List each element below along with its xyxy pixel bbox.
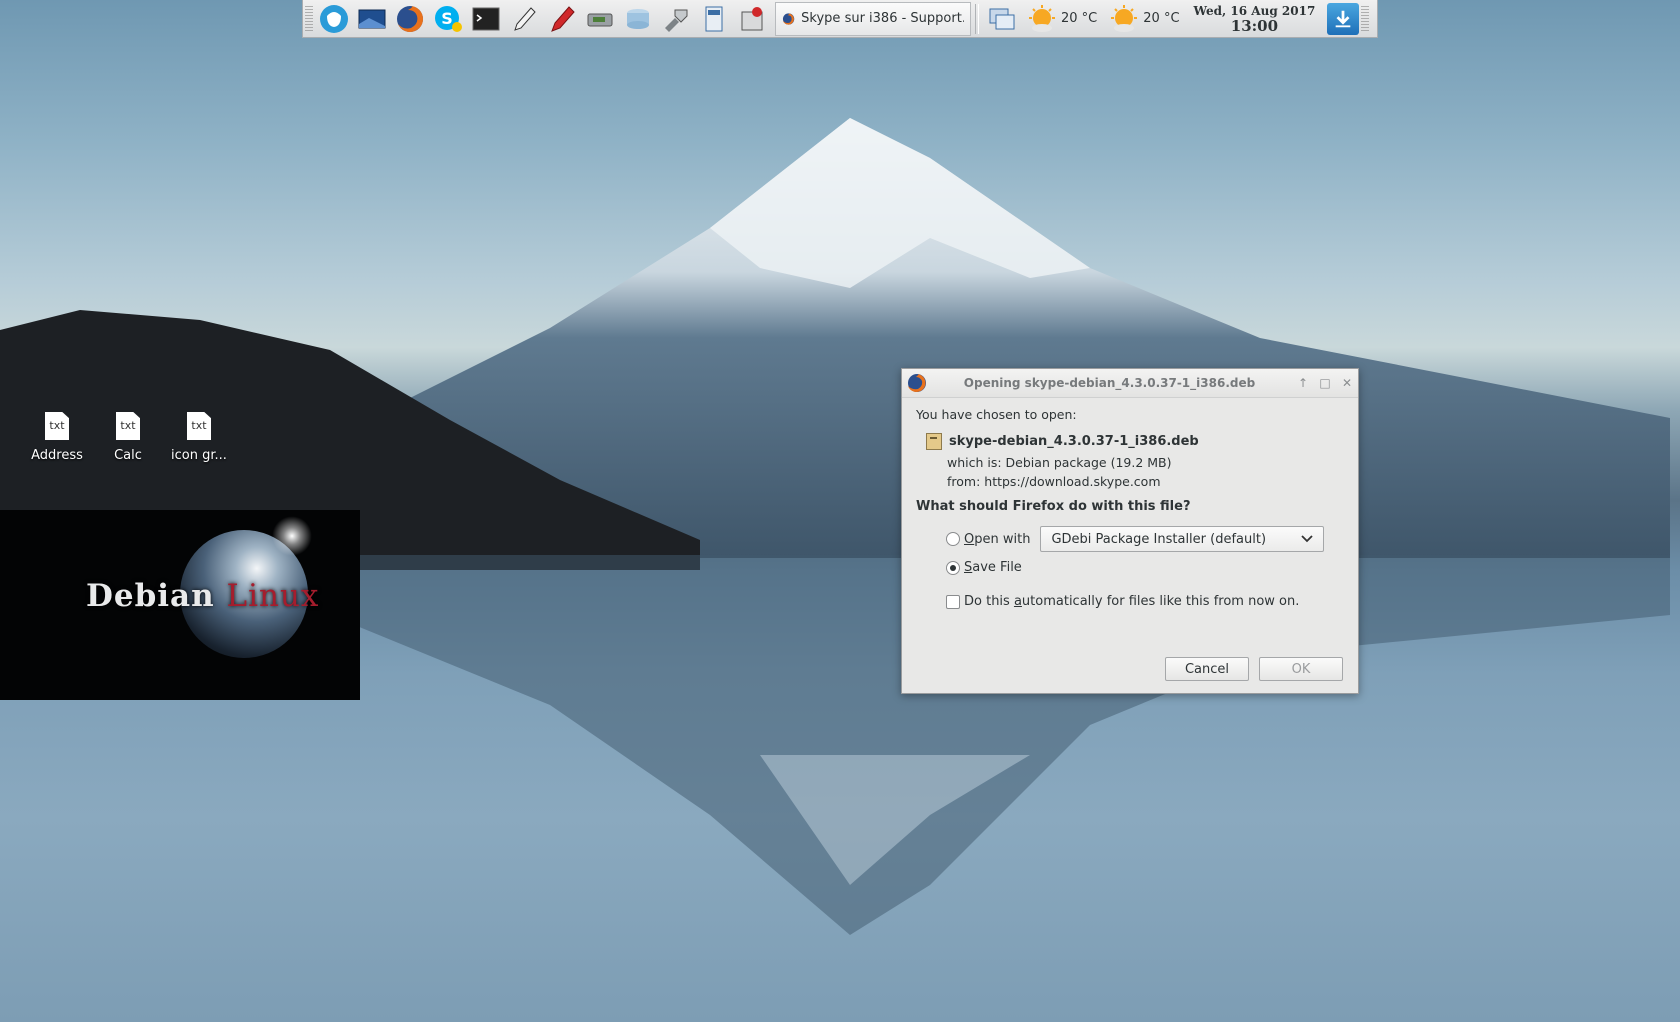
txt-file-icon: txt — [45, 412, 69, 440]
txt-file-icon: txt — [116, 412, 140, 440]
svg-text:S: S — [441, 9, 453, 28]
auto-action-checkbox[interactable] — [946, 594, 960, 609]
desktop-icon-label: Calc — [114, 448, 142, 463]
chevron-down-icon — [1301, 535, 1314, 543]
tools-icon — [665, 9, 688, 32]
action-question: What should Firefox do with this file? — [916, 499, 1191, 514]
clock-time: 13:00 — [1230, 16, 1279, 35]
temperature-label: 20 °C — [1061, 11, 1098, 26]
desktop-icon-label: Address — [31, 448, 83, 463]
file-type-info: which is: Debian package (19.2 MB) — [947, 455, 1172, 470]
window-manager-icon — [705, 6, 723, 31]
pencil-icon — [514, 6, 536, 31]
panel-grip-handle[interactable] — [1361, 5, 1370, 32]
save-file-option[interactable]: Save File — [946, 560, 1344, 575]
firefox-icon — [908, 374, 926, 392]
file-source-info: from: https://download.skype.com — [947, 474, 1161, 489]
firefox-launcher[interactable] — [393, 2, 427, 36]
drawing-launcher[interactable] — [545, 2, 579, 36]
ok-button[interactable]: OK — [1259, 657, 1343, 681]
show-desktop-icon — [358, 9, 386, 28]
disk-utility-launcher[interactable] — [583, 2, 617, 36]
skype-icon: S — [435, 5, 462, 32]
workspace-icon — [989, 8, 1015, 29]
taskbar-window-firefox[interactable]: Skype sur i386 - Support... — [775, 1, 971, 36]
package-manager-launcher[interactable] — [735, 2, 769, 36]
application-select-value: GDebi Package Installer (default) — [1051, 531, 1267, 547]
workspace-switcher[interactable] — [985, 2, 1019, 36]
clock[interactable]: Wed, 16 Aug 2017 13:00 — [1194, 4, 1316, 34]
close-icon: ✕ — [1341, 376, 1353, 390]
maximize-icon: □ — [1319, 376, 1331, 390]
debian-wallpaper-logo: Debian Linux — [0, 510, 360, 700]
txt-file-icon: txt — [187, 412, 211, 440]
dialog-title: Opening skype-debian_4.3.0.37-1_i386.deb — [963, 376, 1256, 390]
taskbar-window-title: Skype sur i386 - Support... — [801, 11, 964, 26]
open-with-label: Open with — [964, 531, 1031, 547]
open-file-dialog: Opening skype-debian_4.3.0.37-1_i386.deb… — [901, 368, 1359, 694]
desktop-launcher[interactable] — [355, 2, 389, 36]
intro-text: You have chosen to open: — [916, 407, 1077, 422]
package-icon — [741, 6, 763, 30]
close-button[interactable]: ✕ — [1336, 376, 1358, 390]
downloads-button[interactable] — [1327, 2, 1360, 35]
skype-launcher[interactable]: S — [431, 2, 465, 36]
dialog-titlebar[interactable]: Opening skype-debian_4.3.0.37-1_i386.deb… — [902, 369, 1358, 398]
storage-launcher[interactable] — [621, 2, 655, 36]
terminal-icon — [472, 7, 500, 30]
desktop-icon-address[interactable]: txt Address — [22, 412, 92, 463]
arrow-up-icon: ↑ — [1297, 376, 1309, 390]
sun-cloud-icon — [1029, 4, 1055, 32]
firefox-icon — [397, 5, 423, 32]
maximize-button[interactable]: □ — [1314, 376, 1336, 390]
open-with-radio[interactable] — [946, 532, 960, 546]
file-name: skype-debian_4.3.0.37-1_i386.deb — [949, 434, 1199, 449]
application-select[interactable]: GDebi Package Installer (default) — [1040, 526, 1325, 552]
weather-widget-2[interactable]: 20 °C — [1109, 4, 1180, 34]
desktop-icon-icon-gr[interactable]: txt icon gr... — [164, 412, 234, 463]
red-pen-icon — [551, 5, 575, 32]
desktop: Debian Linux txt Address txt Calc txt ic… — [0, 0, 1680, 1022]
sun-cloud-icon — [1111, 4, 1138, 32]
hard-drive-icon — [587, 13, 613, 26]
text-editor-launcher[interactable] — [507, 2, 541, 36]
open-with-option[interactable]: Open with GDebi Package Installer (defau… — [946, 526, 1344, 552]
auto-action-label: Do this automatically for files like thi… — [964, 594, 1300, 609]
file-manager-launcher[interactable] — [697, 2, 731, 36]
debian-logo-text: Debian Linux — [86, 578, 320, 614]
whisker-menu-icon — [320, 4, 348, 33]
weather-widget-1[interactable]: 20 °C — [1027, 4, 1097, 34]
top-panel: S Skype sur i386 - Support... 20 °C 20 °… — [302, 0, 1378, 38]
save-file-label: Save File — [964, 560, 1022, 575]
keep-above-button[interactable]: ↑ — [1292, 376, 1314, 390]
panel-grip-handle[interactable] — [305, 5, 313, 32]
cancel-button[interactable]: Cancel — [1165, 657, 1249, 681]
auto-action-option[interactable]: Do this automatically for files like thi… — [946, 594, 1344, 609]
desktop-icon-label: icon gr... — [171, 448, 227, 463]
database-icon — [627, 8, 649, 29]
settings-launcher[interactable] — [659, 2, 693, 36]
save-file-radio[interactable] — [946, 560, 960, 575]
menu-launcher[interactable] — [317, 2, 351, 36]
firefox-icon — [782, 12, 795, 25]
terminal-launcher[interactable] — [469, 2, 503, 36]
desktop-icon-calc[interactable]: txt Calc — [93, 412, 163, 463]
package-file-icon — [926, 433, 942, 450]
temperature-label: 20 °C — [1143, 11, 1180, 26]
download-arrow-icon — [1335, 10, 1351, 27]
